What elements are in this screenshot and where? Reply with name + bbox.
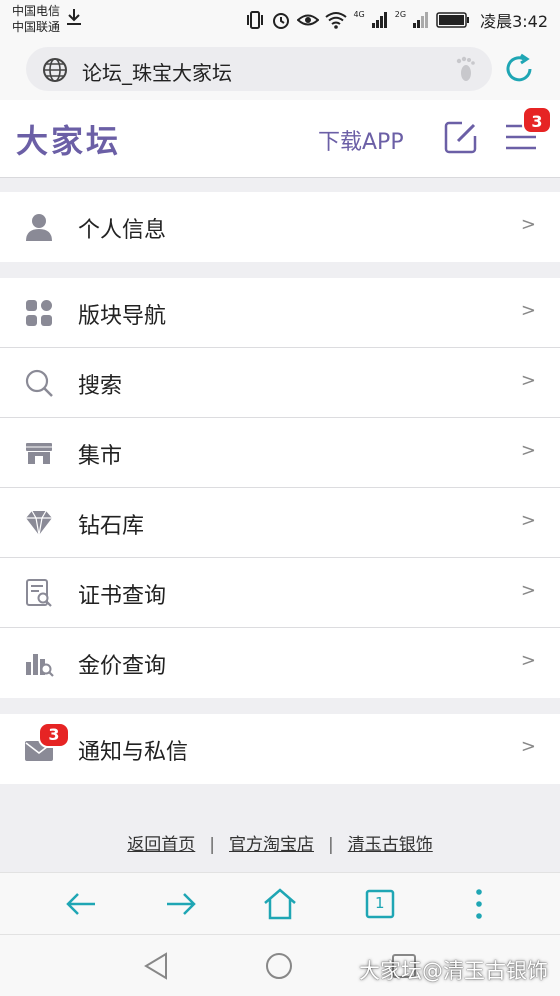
menu-item-label: 集市: [78, 444, 123, 469]
signal-icon-1: [371, 12, 387, 28]
chevron-right-icon: >: [520, 440, 536, 461]
alarm-icon: [273, 13, 290, 29]
menu-item-gold-price-query[interactable]: 金价查询 >: [0, 628, 560, 698]
menu-item-label: 钻石库: [78, 514, 145, 539]
footprint-icon[interactable]: [452, 55, 478, 83]
search-icon: [25, 369, 53, 397]
footer-link-qingyu[interactable]: 清玉古银饰: [348, 835, 433, 855]
more-options-icon[interactable]: [462, 887, 496, 921]
footer-separator: |: [209, 835, 215, 855]
chevron-right-icon: >: [520, 580, 536, 601]
back-arrow-icon[interactable]: [64, 887, 98, 921]
battery-icon: [436, 12, 470, 28]
signal-icon-2: [413, 12, 429, 28]
footer-link-home[interactable]: 返回首页: [127, 835, 195, 855]
refresh-icon[interactable]: [502, 52, 536, 86]
watermark: 大家坛@清玉古银饰: [359, 959, 548, 983]
network-4g: 4G: [353, 9, 365, 19]
nav-back-icon[interactable]: [142, 951, 170, 981]
eye-icon: [297, 14, 320, 26]
chevron-right-icon: >: [520, 370, 536, 391]
chevron-right-icon: >: [520, 736, 536, 757]
menu-item-diamond-library[interactable]: 钻石库 >: [0, 488, 560, 558]
chevron-right-icon: >: [520, 214, 536, 235]
url-text: 论坛_珠宝大家坛: [82, 61, 232, 85]
home-icon[interactable]: [263, 887, 297, 921]
vibrate-icon: [247, 11, 264, 29]
tab-count: 1: [375, 894, 385, 912]
download-app-link[interactable]: 下载APP: [318, 124, 404, 156]
menu-group-main: 版块导航 > 搜索 > 集市 > 钻石库 > 证书查询 > 金价查询 >: [0, 278, 560, 698]
browser-toolbar: 1: [0, 872, 560, 934]
user-icon: [26, 214, 52, 241]
menu-item-notifications[interactable]: 3 通知与私信 >: [0, 714, 560, 784]
bar-chart-search-icon: [26, 654, 54, 677]
carrier-info: 中国电信 中国联通: [12, 3, 60, 35]
menu-notification-badge: 3: [522, 106, 552, 134]
wifi-icon: [325, 12, 348, 29]
menu-item-market[interactable]: 集市 >: [0, 418, 560, 488]
site-logo[interactable]: 大家坛: [16, 116, 121, 162]
forward-arrow-icon[interactable]: [164, 887, 198, 921]
menu-item-personal-info[interactable]: 个人信息 >: [0, 192, 560, 262]
download-icon: [67, 9, 81, 25]
chevron-right-icon: >: [520, 300, 536, 321]
menu-item-label: 金价查询: [78, 654, 167, 679]
menu-item-label: 通知与私信: [78, 740, 189, 765]
chevron-right-icon: >: [520, 510, 536, 531]
store-icon: [26, 443, 52, 464]
status-bar: 中国电信 中国联通 4G 2G 凌晨3:42: [0, 0, 560, 38]
carrier-2: 中国联通: [12, 20, 61, 34]
footer-link-taobao-store[interactable]: 官方淘宝店: [229, 835, 314, 855]
globe-icon: [43, 58, 67, 82]
grid-icon: [26, 300, 52, 326]
carrier-1: 中国电信: [12, 4, 61, 18]
menu-item-certificate-query[interactable]: 证书查询 >: [0, 558, 560, 628]
menu-item-label: 版块导航: [78, 304, 167, 329]
edit-icon[interactable]: [444, 120, 478, 154]
menu-item-search[interactable]: 搜索 >: [0, 348, 560, 418]
system-nav-bar: 大家坛@清玉古银饰: [0, 934, 560, 996]
address-bar[interactable]: 论坛_珠宝大家坛: [26, 47, 492, 91]
chevron-right-icon: >: [520, 650, 536, 671]
notification-badge: 3: [38, 722, 70, 748]
site-header: 大家坛 下载APP: [0, 100, 560, 178]
footer-links: 返回首页 | 官方淘宝店 | 清玉古银饰: [0, 830, 560, 870]
clock: 凌晨3:42: [480, 12, 548, 31]
menu-item-label: 搜索: [78, 374, 123, 399]
menu-item-board-nav[interactable]: 版块导航 >: [0, 278, 560, 348]
diamond-icon: [26, 510, 52, 536]
menu-group-messages: 3 通知与私信 >: [0, 714, 560, 784]
menu-item-label: 证书查询: [78, 584, 167, 609]
network-2g: 2G: [394, 9, 407, 19]
certificate-search-icon: [26, 579, 52, 607]
menu-group-profile: 个人信息 >: [0, 192, 560, 262]
browser-address-row: 论坛_珠宝大家坛: [0, 38, 560, 100]
footer-separator: |: [328, 835, 334, 855]
nav-home-icon[interactable]: [264, 951, 294, 981]
status-icons: 4G 2G 凌晨3:42: [245, 8, 548, 32]
menu-item-label: 个人信息: [78, 218, 167, 243]
